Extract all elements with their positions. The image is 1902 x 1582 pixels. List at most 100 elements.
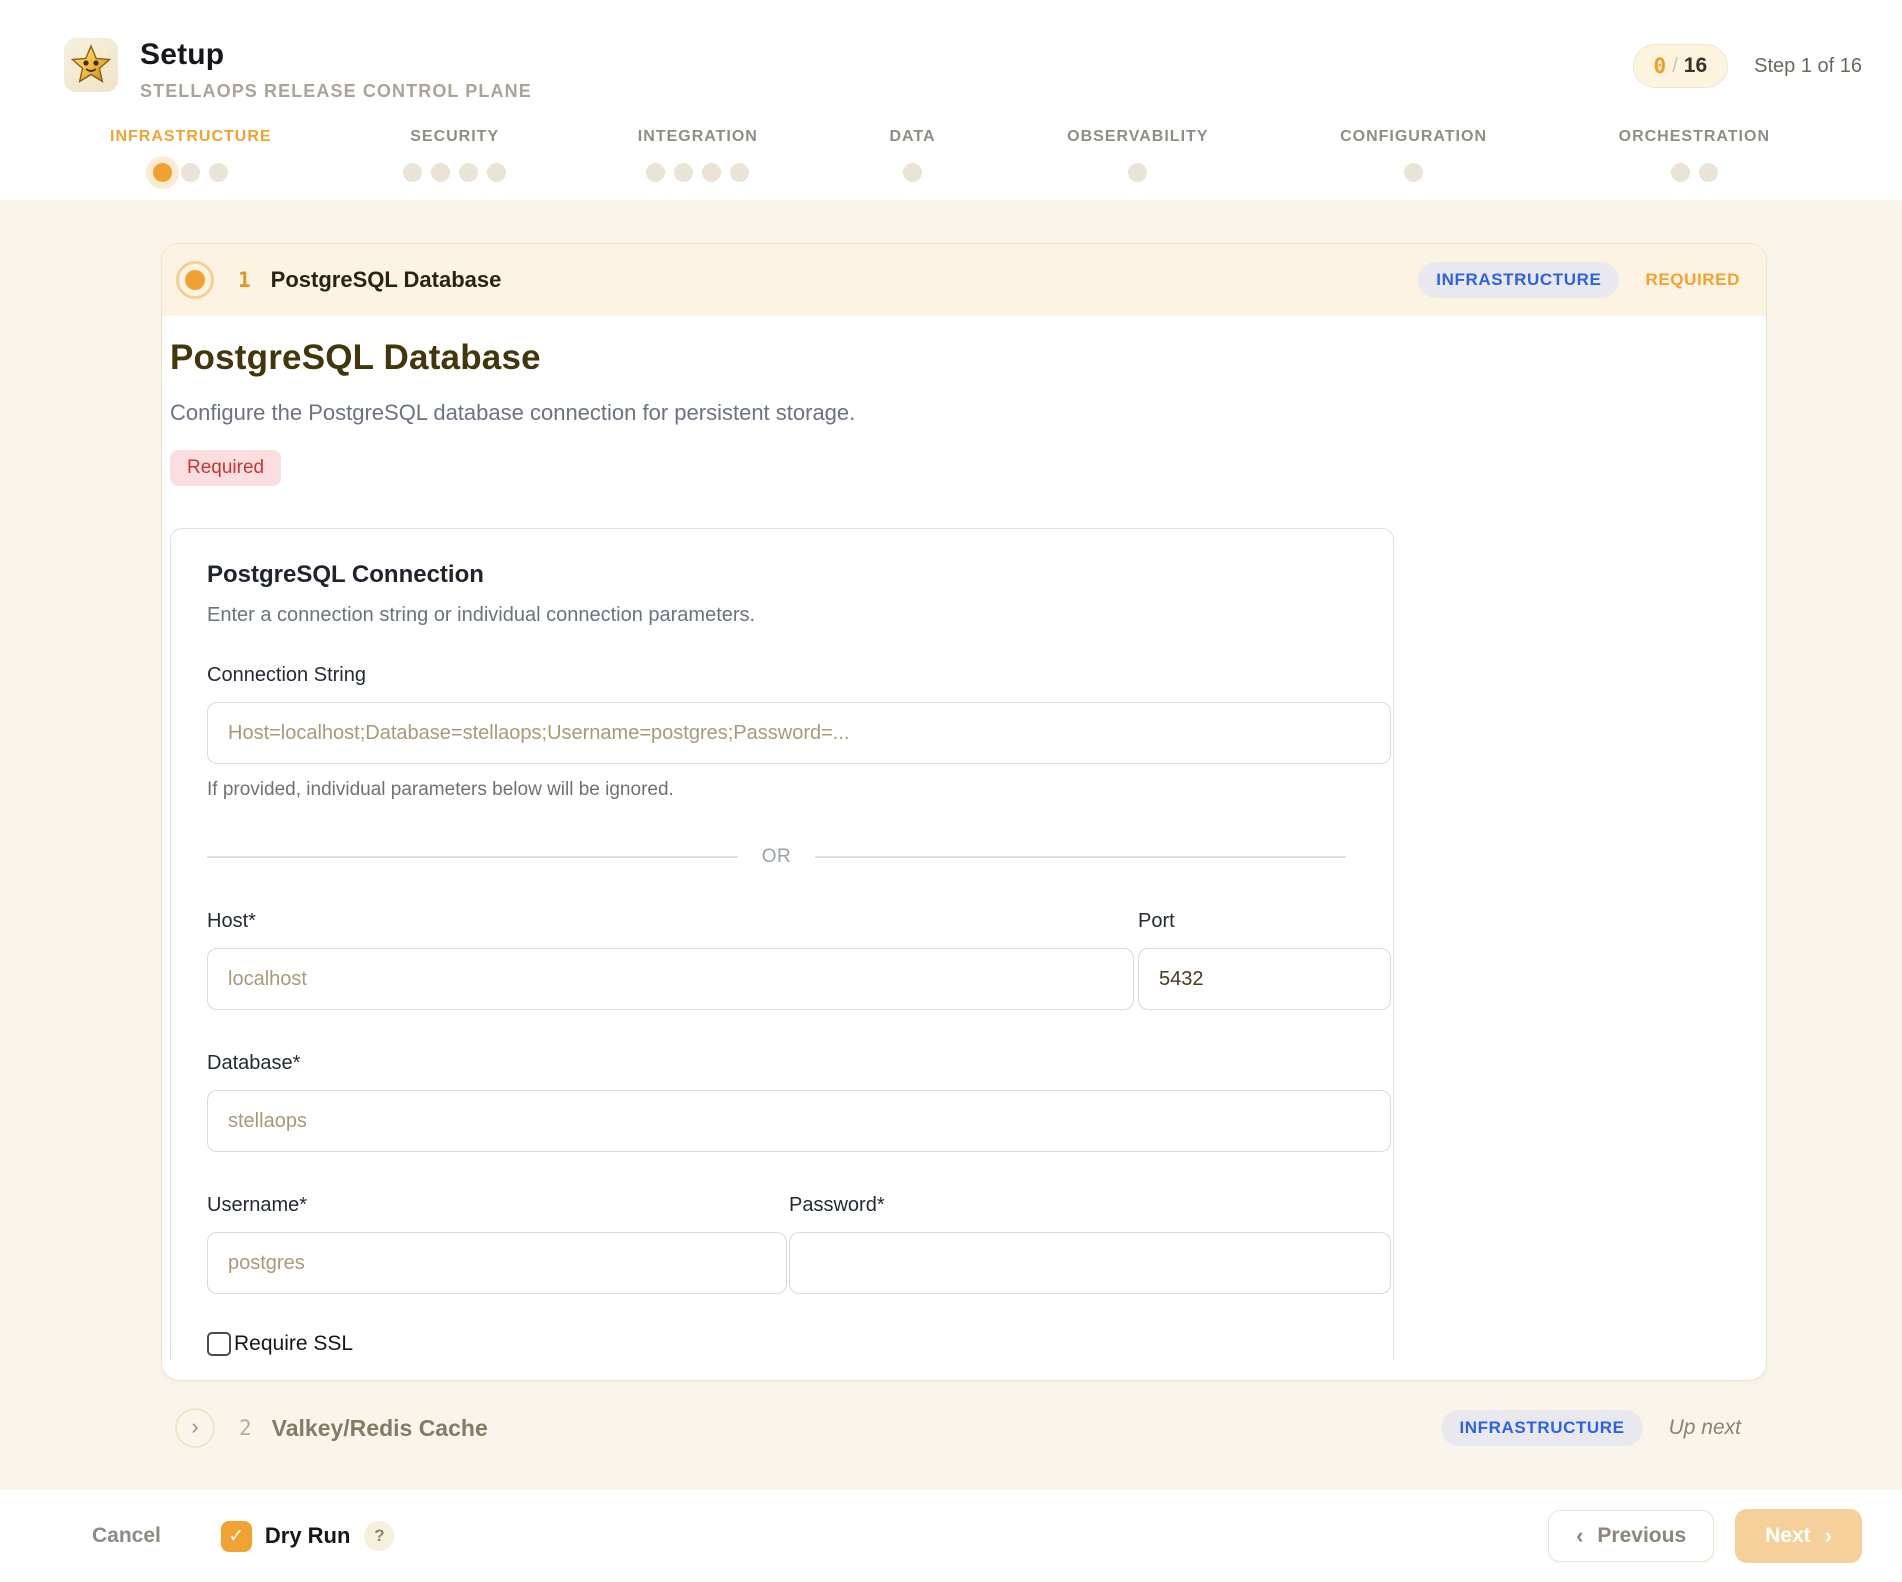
top-header: Setup STELLAOPS RELEASE CONTROL PLANE 0 … [0, 0, 1902, 200]
step-card-header[interactable]: 1 PostgreSQL Database INFRASTRUCTURE REQ… [162, 244, 1766, 316]
phase-dots [1128, 159, 1147, 185]
username-label: Username* [207, 1194, 787, 1217]
phase-label: DATA [889, 128, 935, 146]
phase-dot [903, 163, 922, 182]
dry-run-help-button[interactable]: ? [364, 1521, 394, 1551]
phase-dot [209, 163, 228, 182]
host-input[interactable] [207, 948, 1134, 1010]
chevron-left-icon: ‹ [1576, 1525, 1583, 1547]
main-content: 1 PostgreSQL Database INFRASTRUCTURE REQ… [0, 200, 1902, 1490]
form-subtitle: Enter a connection string or individual … [207, 604, 1391, 627]
previous-button-label: Previous [1597, 1524, 1686, 1548]
phase-dots [153, 159, 228, 185]
progress-badge: 0 / 16 [1633, 44, 1729, 88]
or-label: OR [762, 846, 792, 868]
phase-dot [702, 163, 721, 182]
next-step-category-badge: INFRASTRUCTURE [1441, 1410, 1642, 1446]
setup-wizard: Setup STELLAOPS RELEASE CONTROL PLANE 0 … [0, 0, 1902, 1582]
next-step-title: Valkey/Redis Cache [272, 1415, 488, 1442]
expand-next-step-button[interactable]: › [175, 1408, 215, 1448]
cancel-button[interactable]: Cancel [92, 1524, 161, 1548]
phase-dot [1404, 163, 1423, 182]
connection-string-label: Connection String [207, 664, 1391, 687]
password-input[interactable] [789, 1232, 1391, 1294]
username-input[interactable] [207, 1232, 787, 1294]
phase-dots [903, 159, 922, 185]
phase-dots [1404, 159, 1423, 185]
phase-dots [403, 159, 506, 185]
checkmark-icon: ✓ [228, 1525, 244, 1548]
next-button-label: Next [1765, 1524, 1811, 1548]
next-step-number: 2 [239, 1416, 252, 1440]
progress-total: 16 [1684, 54, 1707, 78]
progress-slash: / [1672, 55, 1678, 78]
step-heading: PostgreSQL Database [170, 338, 1726, 378]
next-step-row[interactable]: › 2 Valkey/Redis Cache INFRASTRUCTURE Up… [161, 1408, 1767, 1448]
connection-string-helper: If provided, individual parameters below… [207, 779, 1391, 801]
require-ssl-label: Require SSL [234, 1332, 353, 1356]
phase-dot [153, 163, 172, 182]
phase-observability: OBSERVABILITY [1067, 128, 1208, 185]
step-number: 1 [238, 268, 251, 292]
phase-label: ORCHESTRATION [1619, 128, 1770, 146]
phase-label: OBSERVABILITY [1067, 128, 1208, 146]
previous-button[interactable]: ‹ Previous [1548, 1510, 1714, 1562]
phase-infrastructure: INFRASTRUCTURE [110, 128, 272, 185]
phase-dot [646, 163, 665, 182]
phase-dot [674, 163, 693, 182]
phase-label: INTEGRATION [638, 128, 758, 146]
active-step-card: 1 PostgreSQL Database INFRASTRUCTURE REQ… [161, 243, 1767, 1381]
phase-dot [487, 163, 506, 182]
connection-form-card: PostgreSQL Connection Enter a connection… [170, 528, 1394, 1360]
step-card-body: PostgreSQL Database Configure the Postgr… [162, 316, 1766, 1380]
phase-label: SECURITY [410, 128, 499, 146]
active-step-radio-icon [176, 261, 214, 299]
help-icon: ? [374, 1526, 384, 1546]
form-title: PostgreSQL Connection [207, 561, 1391, 589]
phase-configuration: CONFIGURATION [1340, 128, 1487, 185]
or-divider: OR [207, 846, 1346, 868]
phase-dot [459, 163, 478, 182]
page-title: Setup [140, 38, 532, 72]
phase-orchestration: ORCHESTRATION [1619, 128, 1770, 185]
required-pill: Required [170, 450, 281, 486]
require-ssl-checkbox[interactable] [207, 1332, 231, 1356]
connection-string-input[interactable] [207, 702, 1391, 764]
password-label: Password* [789, 1194, 1391, 1217]
progress-completed: 0 [1654, 54, 1667, 78]
port-label: Port [1138, 910, 1391, 933]
phase-dots [1671, 159, 1718, 185]
required-flag: REQUIRED [1645, 270, 1740, 290]
phase-data: DATA [889, 128, 935, 185]
phase-dots [646, 159, 749, 185]
phase-integration: INTEGRATION [638, 128, 758, 185]
phase-dot [730, 163, 749, 182]
phase-dot [1671, 163, 1690, 182]
database-input[interactable] [207, 1090, 1391, 1152]
setup-phases: INFRASTRUCTURE SECURITY INTEGRATION DATA OBS… [64, 128, 1862, 185]
step-indicator: Step 1 of 16 [1754, 55, 1862, 78]
phase-label: CONFIGURATION [1340, 128, 1487, 146]
page-subtitle: STELLAOPS RELEASE CONTROL PLANE [140, 81, 532, 102]
chevron-right-icon: › [1825, 1525, 1832, 1547]
phase-dot [403, 163, 422, 182]
phase-dot [1699, 163, 1718, 182]
phase-security: SECURITY [403, 128, 506, 185]
phase-dot [431, 163, 450, 182]
dry-run-label: Dry Run [265, 1523, 351, 1549]
next-button[interactable]: Next › [1735, 1509, 1862, 1563]
phase-dot [181, 163, 200, 182]
dry-run-checkbox[interactable]: ✓ [221, 1521, 252, 1552]
port-input[interactable] [1138, 948, 1391, 1010]
star-icon [69, 43, 113, 87]
category-badge: INFRASTRUCTURE [1418, 262, 1619, 298]
wizard-footer: Cancel ✓ Dry Run ? ‹ Previous Next › [0, 1490, 1902, 1582]
step-title: PostgreSQL Database [271, 267, 502, 293]
stellaops-logo [64, 38, 118, 92]
database-label: Database* [207, 1052, 1391, 1075]
phase-label: INFRASTRUCTURE [110, 128, 272, 146]
chevron-right-icon: › [191, 1416, 198, 1438]
phase-dot [1128, 163, 1147, 182]
step-description: Configure the PostgreSQL database connec… [170, 400, 1726, 426]
host-label: Host* [207, 910, 1134, 933]
